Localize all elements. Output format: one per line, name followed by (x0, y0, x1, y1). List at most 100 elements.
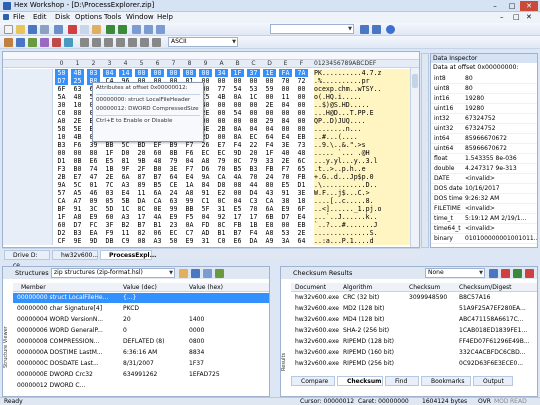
hex-byte[interactable]: 87 (135, 173, 148, 181)
hex-byte[interactable]: 17 (247, 213, 260, 221)
open-icon[interactable] (16, 25, 25, 34)
hex-byte[interactable]: 33 (263, 157, 276, 165)
hex-ascii[interactable]: ..... `... .@H (314, 149, 410, 157)
hex-byte[interactable]: 20 (135, 149, 148, 157)
hex-byte[interactable]: 00 (215, 77, 228, 85)
hex-byte[interactable]: B2 (119, 221, 132, 229)
hex-byte[interactable]: F6 (71, 141, 84, 149)
hex-byte[interactable]: 00 (279, 221, 292, 229)
hex-byte[interactable]: CA (263, 197, 276, 205)
hex-byte[interactable]: 26 (199, 141, 212, 149)
hex-byte[interactable]: 6A (119, 173, 132, 181)
hex-byte[interactable]: 2E (71, 117, 84, 125)
hex-scrollbar[interactable] (410, 68, 419, 247)
checksum-settings-icon[interactable] (489, 269, 498, 278)
hex-byte[interactable]: E8 (263, 221, 276, 229)
hex-row[interactable]: 6F636578702E63686D00775453590000ocexp.ch… (3, 85, 419, 93)
hex-byte[interactable]: 60 (55, 221, 68, 229)
hex-byte[interactable]: 00 (279, 85, 292, 93)
hex-byte[interactable]: 84 (199, 181, 212, 189)
hex-byte[interactable]: 05 (103, 197, 116, 205)
hex-byte[interactable]: 8C (215, 221, 228, 229)
hex-byte[interactable]: 48 (151, 157, 164, 165)
hex-byte[interactable]: EF (151, 141, 164, 149)
hex-byte[interactable]: 64 (167, 173, 180, 181)
hex-byte[interactable]: 24 (167, 189, 180, 197)
hex-byte[interactable]: 00 (231, 101, 244, 109)
hex-byte[interactable]: 53 (279, 229, 292, 237)
hex-byte[interactable]: B0 (71, 165, 84, 173)
hex-ascii[interactable]: `..?...#.......J (314, 221, 410, 229)
col-member[interactable]: Member (21, 284, 46, 291)
hex-byte[interactable]: 3C (87, 205, 100, 213)
hex-byte[interactable]: CE (167, 181, 180, 189)
mdi-close-button[interactable]: ✕ (526, 13, 532, 21)
inspector-row[interactable]: int32 67324752 (431, 114, 537, 124)
save-all-icon[interactable] (40, 25, 49, 34)
hex-byte[interactable]: EB (295, 133, 308, 141)
hex-byte[interactable]: 24 (263, 173, 276, 181)
tab-processexplorer[interactable]: ProcessExpl... (100, 250, 156, 260)
hex-byte[interactable]: 1C (119, 205, 132, 213)
hex-byte[interactable]: A0 (55, 117, 68, 125)
hex-byte[interactable]: 00 (295, 101, 308, 109)
hex-byte[interactable]: 5C (71, 181, 84, 189)
hex-byte[interactable]: 8A (231, 133, 244, 141)
encoding-select[interactable]: ASCII ▼ (168, 37, 238, 47)
hex-row[interactable]: 5A48518E4E20692847C54B0A1C001100o(.HQ.i.… (3, 93, 419, 101)
hex-byte[interactable]: 18 (295, 197, 308, 205)
hex-byte[interactable]: A3 (119, 213, 132, 221)
hex-byte[interactable]: FA (279, 69, 292, 77)
hex-byte[interactable]: 1F (103, 149, 116, 157)
save-icon[interactable] (28, 25, 37, 34)
refresh-structure-icon[interactable] (191, 269, 200, 278)
hex-byte[interactable]: 1F (55, 213, 68, 221)
info-icon[interactable] (386, 25, 395, 34)
hex-row[interactable]: D2 B3 EA F9 11 82 06 EC C7 AD B1 B7 F4 A8 53 2E........… (3, 229, 419, 237)
hex-byte[interactable]: D7 (55, 77, 68, 85)
find-next-icon[interactable] (360, 25, 369, 34)
hex-byte[interactable]: FC (87, 221, 100, 229)
hex-byte[interactable]: 00 (215, 101, 228, 109)
hex-byte[interactable]: 99 (183, 197, 196, 205)
hex-byte[interactable]: 2B (55, 173, 68, 181)
bookmark-icon[interactable] (16, 38, 25, 47)
hex-byte[interactable]: E7 (215, 141, 228, 149)
hex-byte[interactable]: 00 (151, 69, 164, 77)
hex-ascii[interactable]: o(.HQ.i..... (314, 93, 410, 101)
inspector-row[interactable]: time_t 5:19:12 AM 2/19/1... (431, 214, 537, 224)
hex-byte[interactable]: D7 (71, 221, 84, 229)
open-structure-icon[interactable] (179, 269, 188, 278)
hex-byte[interactable]: A5 (71, 189, 84, 197)
hex-byte[interactable]: 9D (231, 149, 244, 157)
hex-byte[interactable]: 50 (55, 69, 68, 77)
hex-byte[interactable]: 38 (279, 197, 292, 205)
hex-byte[interactable]: 00 (247, 77, 260, 85)
hex-byte[interactable]: 80 (263, 181, 276, 189)
hex-byte[interactable]: 00 (231, 189, 244, 197)
hex-byte[interactable]: 89 (135, 181, 148, 189)
hex-byte[interactable]: 65 (295, 165, 308, 173)
hex-byte[interactable]: 10 (55, 133, 68, 141)
menu-file[interactable]: File (13, 13, 25, 21)
hex-byte[interactable]: 9D (87, 237, 100, 245)
hex-byte[interactable]: FD (199, 221, 212, 229)
hex-byte[interactable]: C0 (55, 109, 68, 117)
hex-ascii[interactable]: ...`..J......k.. (314, 213, 410, 221)
hex-byte[interactable]: 9F (119, 165, 132, 173)
close-button[interactable]: ✕ (520, 1, 538, 11)
hex-byte[interactable]: B5 (151, 181, 164, 189)
menu-tools[interactable]: Tools (104, 13, 121, 21)
hex-byte[interactable]: E9 (87, 213, 100, 221)
hex-byte[interactable]: 60 (103, 213, 116, 221)
hex-byte[interactable]: 0A (183, 221, 196, 229)
hex-byte[interactable]: 3E (279, 141, 292, 149)
cut-icon[interactable] (68, 25, 77, 34)
hex-byte[interactable]: 17 (231, 213, 244, 221)
hex-row[interactable]: D7 25 B8 C4 96 00 00 00 01 00 00 00 00 00 70 72.%......… (3, 77, 419, 85)
hex-ascii[interactable]: ..9.\..&.".>s (314, 141, 410, 149)
hex-byte[interactable]: 00 (215, 117, 228, 125)
hex-byte[interactable]: 39 (87, 141, 100, 149)
hex-ascii[interactable]: .%..........pr (314, 77, 410, 85)
hex-byte[interactable]: 6F (55, 85, 68, 93)
